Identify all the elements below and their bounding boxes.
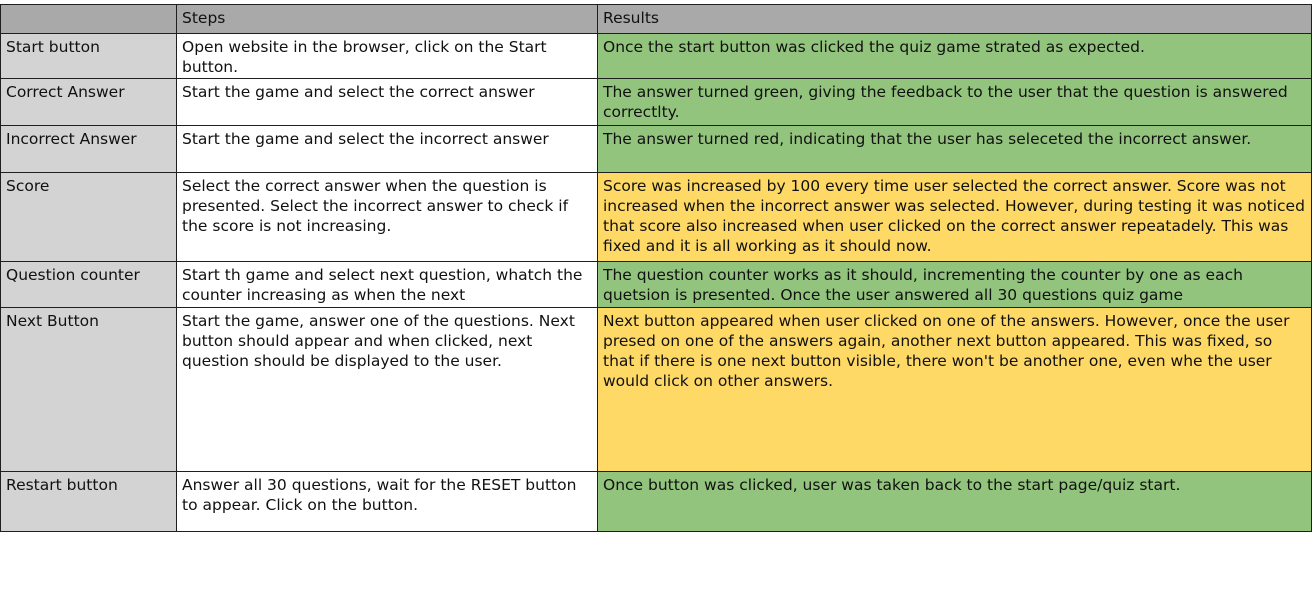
steps-text: Start th game and select next question, … [182,266,583,304]
header-feature [0,4,177,34]
table-row: Next Button Start the game, answer one o… [0,307,1312,472]
feature-cell: Next Button [0,307,177,472]
result-text: The question counter works as it should,… [603,266,1243,304]
header-results: Results [597,4,1312,34]
feature-text: Question counter [6,266,140,284]
feature-cell: Incorrect Answer [0,125,177,173]
steps-cell: Start th game and select next question, … [176,261,598,308]
result-cell: Score was increased by 100 every time us… [597,172,1312,262]
steps-cell: Start the game and select the correct an… [176,78,598,126]
result-cell: Once the start button was clicked the qu… [597,33,1312,79]
steps-cell: Start the game, answer one of the questi… [176,307,598,472]
test-results-sheet: Steps Results Start button Open website … [0,0,1314,598]
steps-cell: Answer all 30 questions, wait for the RE… [176,471,598,532]
feature-cell: Score [0,172,177,262]
table-row: Score Select the correct answer when the… [0,172,1312,262]
table-row: Incorrect Answer Start the game and sele… [0,125,1312,173]
feature-cell: Restart button [0,471,177,532]
result-cell: Once button was clicked, user was taken … [597,471,1312,532]
result-cell: The answer turned green, giving the feed… [597,78,1312,126]
feature-cell: Start button [0,33,177,79]
result-cell: Next button appeared when user clicked o… [597,307,1312,472]
steps-cell: Open website in the browser, click on th… [176,33,598,79]
table-row: Restart button Answer all 30 questions, … [0,471,1312,532]
table-row: Question counter Start th game and selec… [0,261,1312,308]
table-row: Correct Answer Start the game and select… [0,78,1312,126]
header-row: Steps Results [0,4,1312,34]
steps-cell: Select the correct answer when the quest… [176,172,598,262]
steps-cell: Start the game and select the incorrect … [176,125,598,173]
result-cell: The answer turned red, indicating that t… [597,125,1312,173]
test-results-table: Steps Results Start button Open website … [0,4,1312,532]
header-steps: Steps [176,4,598,34]
feature-cell: Question counter [0,261,177,308]
result-cell: The question counter works as it should,… [597,261,1312,308]
table-row: Start button Open website in the browser… [0,33,1312,79]
feature-cell: Correct Answer [0,78,177,126]
